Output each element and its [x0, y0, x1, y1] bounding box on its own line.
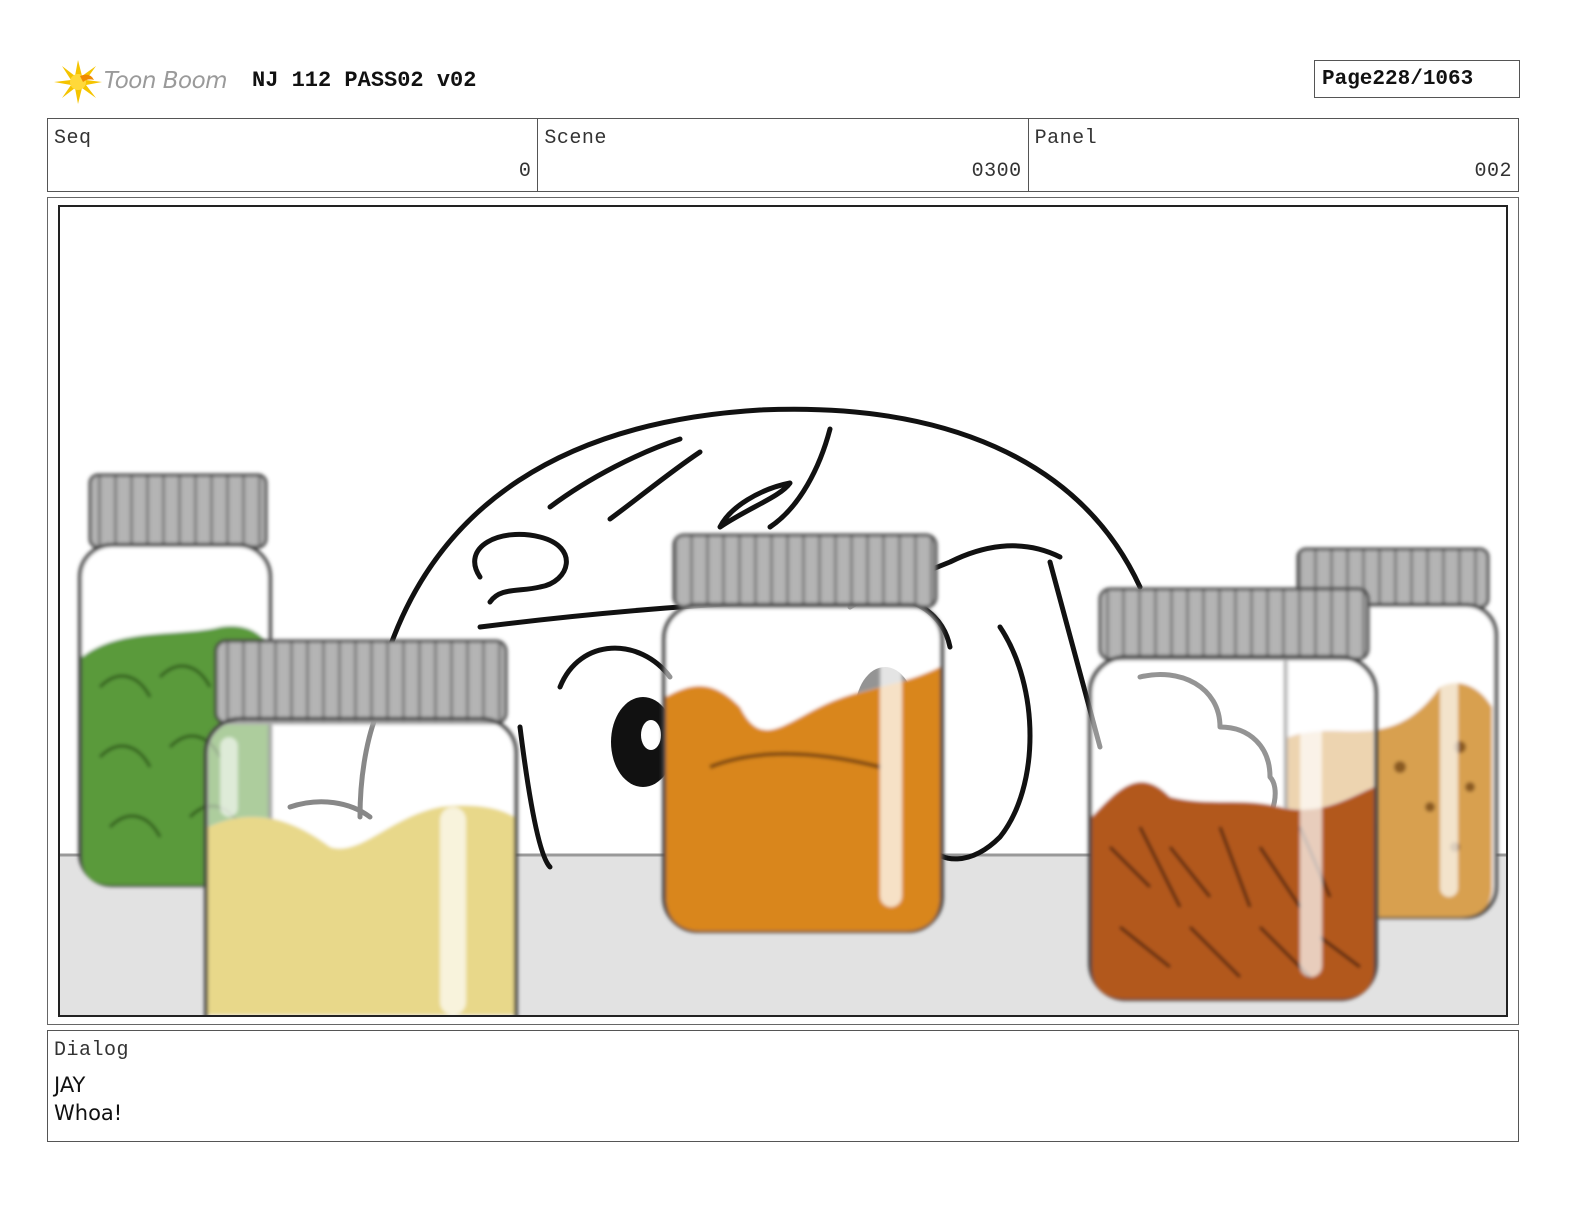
panel-cell: Panel 002 — [1029, 119, 1518, 191]
seq-label: Seq — [54, 127, 92, 150]
sunburst-icon — [54, 60, 102, 104]
page-number: 228/1063 — [1372, 67, 1474, 91]
brand-name: Toon Boom — [104, 68, 228, 94]
seq-cell: Seq 0 — [48, 119, 539, 191]
brown-seed-jar — [1088, 587, 1378, 1001]
document-title: NJ 112 PASS02 v02 — [252, 68, 477, 93]
storyboard-panel-drawing — [58, 205, 1508, 1017]
toon-boom-logo: Toon Boom — [50, 54, 240, 110]
dialog-label: Dialog — [54, 1039, 130, 1062]
header: Toon Boom NJ 112 PASS02 v02 Page 228/106… — [48, 50, 1520, 110]
dialog-box: Dialog JAY Whoa! — [47, 1030, 1519, 1142]
dialog-speaker: JAY — [54, 1073, 86, 1097]
storyboard-illustration — [60, 406, 1506, 1015]
scene-label: Scene — [544, 127, 607, 150]
page-indicator: Page 228/1063 — [1314, 60, 1520, 98]
seq-value: 0 — [518, 160, 532, 183]
page-label: Page — [1322, 67, 1373, 91]
info-row: Seq 0 Scene 0300 Panel 002 — [47, 118, 1519, 192]
scene-value: 0300 — [971, 160, 1022, 183]
scene-cell: Scene 0300 — [538, 119, 1029, 191]
panel-label: Panel — [1034, 127, 1098, 150]
dialog-text: Whoa! — [54, 1101, 123, 1125]
orange-spice-jar — [662, 533, 944, 933]
panel-value: 002 — [1474, 160, 1512, 183]
cream-powder-jar — [204, 639, 518, 1015]
